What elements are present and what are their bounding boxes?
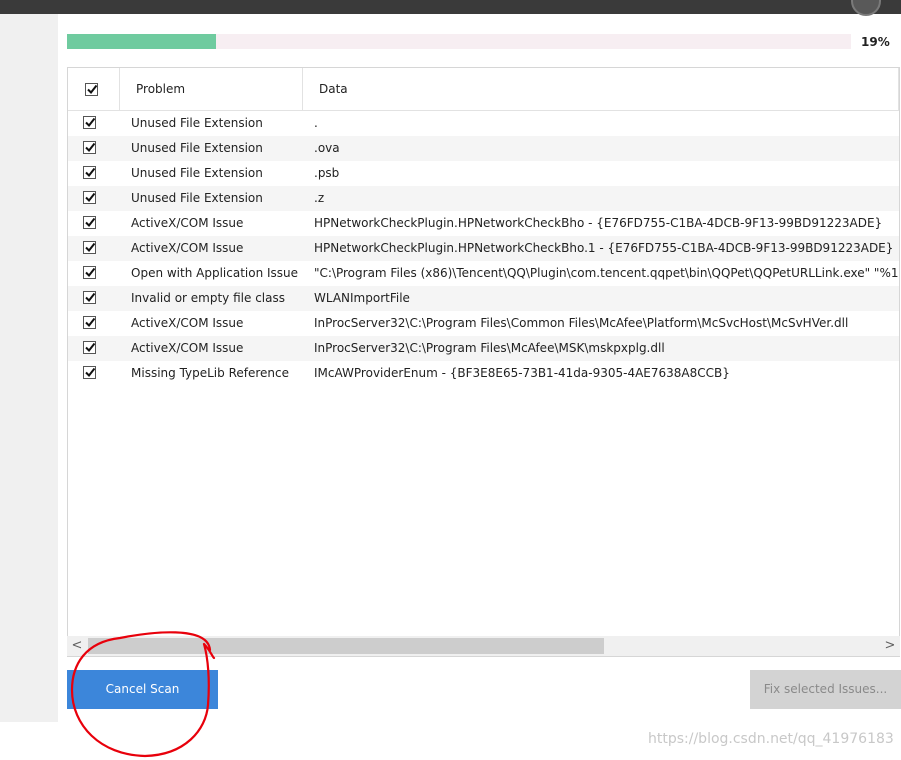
row-checkbox[interactable] bbox=[83, 291, 96, 304]
table-row[interactable]: Unused File Extension. bbox=[68, 111, 899, 136]
checkmark-icon bbox=[87, 84, 98, 95]
data-cell: InProcServer32\C:\Program Files\Common F… bbox=[314, 316, 849, 330]
row-checkbox[interactable] bbox=[83, 341, 96, 354]
problem-cell: Open with Application Issue bbox=[131, 266, 299, 280]
checkmark-icon bbox=[85, 142, 96, 153]
table-row[interactable]: Unused File Extension .z bbox=[68, 186, 899, 211]
left-sidebar bbox=[0, 14, 58, 722]
row-checkbox[interactable] bbox=[83, 116, 96, 129]
data-cell: .ova bbox=[314, 141, 340, 155]
checkmark-icon bbox=[85, 292, 96, 303]
data-cell: InProcServer32\C:\Program Files\McAfee\M… bbox=[314, 341, 665, 355]
select-all-checkbox[interactable] bbox=[85, 83, 98, 96]
checkmark-icon bbox=[85, 242, 96, 253]
column-header-problem[interactable]: Problem bbox=[120, 68, 303, 110]
data-cell: "C:\Program Files (x86)\Tencent\QQ\Plugi… bbox=[314, 266, 900, 280]
row-checkbox[interactable] bbox=[83, 266, 96, 279]
row-checkbox[interactable] bbox=[83, 366, 96, 379]
window-titlebar bbox=[0, 0, 901, 16]
checkmark-icon bbox=[85, 167, 96, 178]
checkmark-icon bbox=[85, 192, 96, 203]
checkmark-icon bbox=[85, 267, 96, 278]
problem-cell: Unused File Extension bbox=[131, 166, 263, 180]
data-cell: HPNetworkCheckPlugin.HPNetworkCheckBho.1… bbox=[314, 241, 894, 255]
table-row[interactable]: ActiveX/COM Issue HPNetworkCheckPlugin.HP… bbox=[68, 211, 899, 236]
table-body: Unused File Extension. Unused File Extens… bbox=[68, 111, 899, 386]
checkmark-icon bbox=[85, 317, 96, 328]
red-circle-annotation bbox=[70, 631, 216, 758]
problem-cell: Unused File Extension bbox=[131, 191, 263, 205]
problem-cell: ActiveX/COM Issue bbox=[131, 341, 244, 355]
table-header: Problem Data bbox=[68, 68, 899, 111]
row-checkbox[interactable] bbox=[83, 316, 96, 329]
problem-cell: ActiveX/COM Issue bbox=[131, 216, 244, 230]
row-checkbox[interactable] bbox=[83, 241, 96, 254]
row-checkbox[interactable] bbox=[83, 216, 96, 229]
checkmark-icon bbox=[85, 117, 96, 128]
table-row[interactable]: Unused File Extension .psb bbox=[68, 161, 899, 186]
progress-percent: 19% bbox=[861, 35, 890, 49]
checkmark-icon bbox=[85, 342, 96, 353]
column-header-data[interactable]: Data bbox=[303, 68, 899, 110]
data-cell: WLANImportFile bbox=[314, 291, 410, 305]
table-row[interactable]: Invalid or empty file class WLANImportFil… bbox=[68, 286, 899, 311]
issues-table: Problem Data Unused File Extension. Unuse… bbox=[67, 67, 900, 657]
problem-cell: Unused File Extension bbox=[131, 116, 263, 130]
watermark-text: https://blog.csdn.net/qq_41976183 bbox=[648, 731, 894, 747]
fix-selected-issues-button[interactable]: Fix selected Issues... bbox=[750, 670, 901, 709]
data-cell: .z bbox=[314, 191, 325, 205]
problem-cell: Invalid or empty file class bbox=[131, 291, 285, 305]
row-checkbox[interactable] bbox=[83, 141, 96, 154]
table-row[interactable]: ActiveX/COM Issue InProcServer32\C:\Progr… bbox=[68, 336, 899, 361]
scroll-right-arrow[interactable]: > bbox=[880, 636, 900, 656]
checkmark-icon bbox=[85, 217, 96, 228]
data-cell: . bbox=[314, 116, 318, 130]
table-row[interactable]: ActiveX/COM Issue HPNetworkCheckPlugin.HP… bbox=[68, 236, 899, 261]
problem-cell: ActiveX/COM Issue bbox=[131, 241, 244, 255]
window-control-button[interactable] bbox=[851, 0, 881, 16]
progress-fill bbox=[67, 34, 216, 49]
data-cell: HPNetworkCheckPlugin.HPNetworkCheckBho -… bbox=[314, 216, 883, 230]
problem-cell: ActiveX/COM Issue bbox=[131, 316, 244, 330]
table-row[interactable]: Unused File Extension .ova bbox=[68, 136, 899, 161]
row-checkbox[interactable] bbox=[83, 166, 96, 179]
row-checkbox[interactable] bbox=[83, 191, 96, 204]
checkmark-icon bbox=[85, 367, 96, 378]
data-cell: IMcAWProviderEnum - {BF3E8E65-73B1-41da-… bbox=[314, 366, 730, 380]
data-cell: .psb bbox=[314, 166, 340, 180]
scan-progress-bar bbox=[67, 34, 851, 49]
header-checkbox-cell bbox=[68, 68, 120, 110]
problem-cell: Missing TypeLib Reference bbox=[131, 366, 290, 380]
table-row[interactable]: Missing TypeLib Reference IMcAWProviderEn… bbox=[68, 361, 899, 386]
table-row[interactable]: ActiveX/COM Issue InProcServer32\C:\Progr… bbox=[68, 311, 899, 336]
table-row[interactable]: Open with Application Issue "C:\Program F… bbox=[68, 261, 899, 286]
problem-cell: Unused File Extension bbox=[131, 141, 263, 155]
